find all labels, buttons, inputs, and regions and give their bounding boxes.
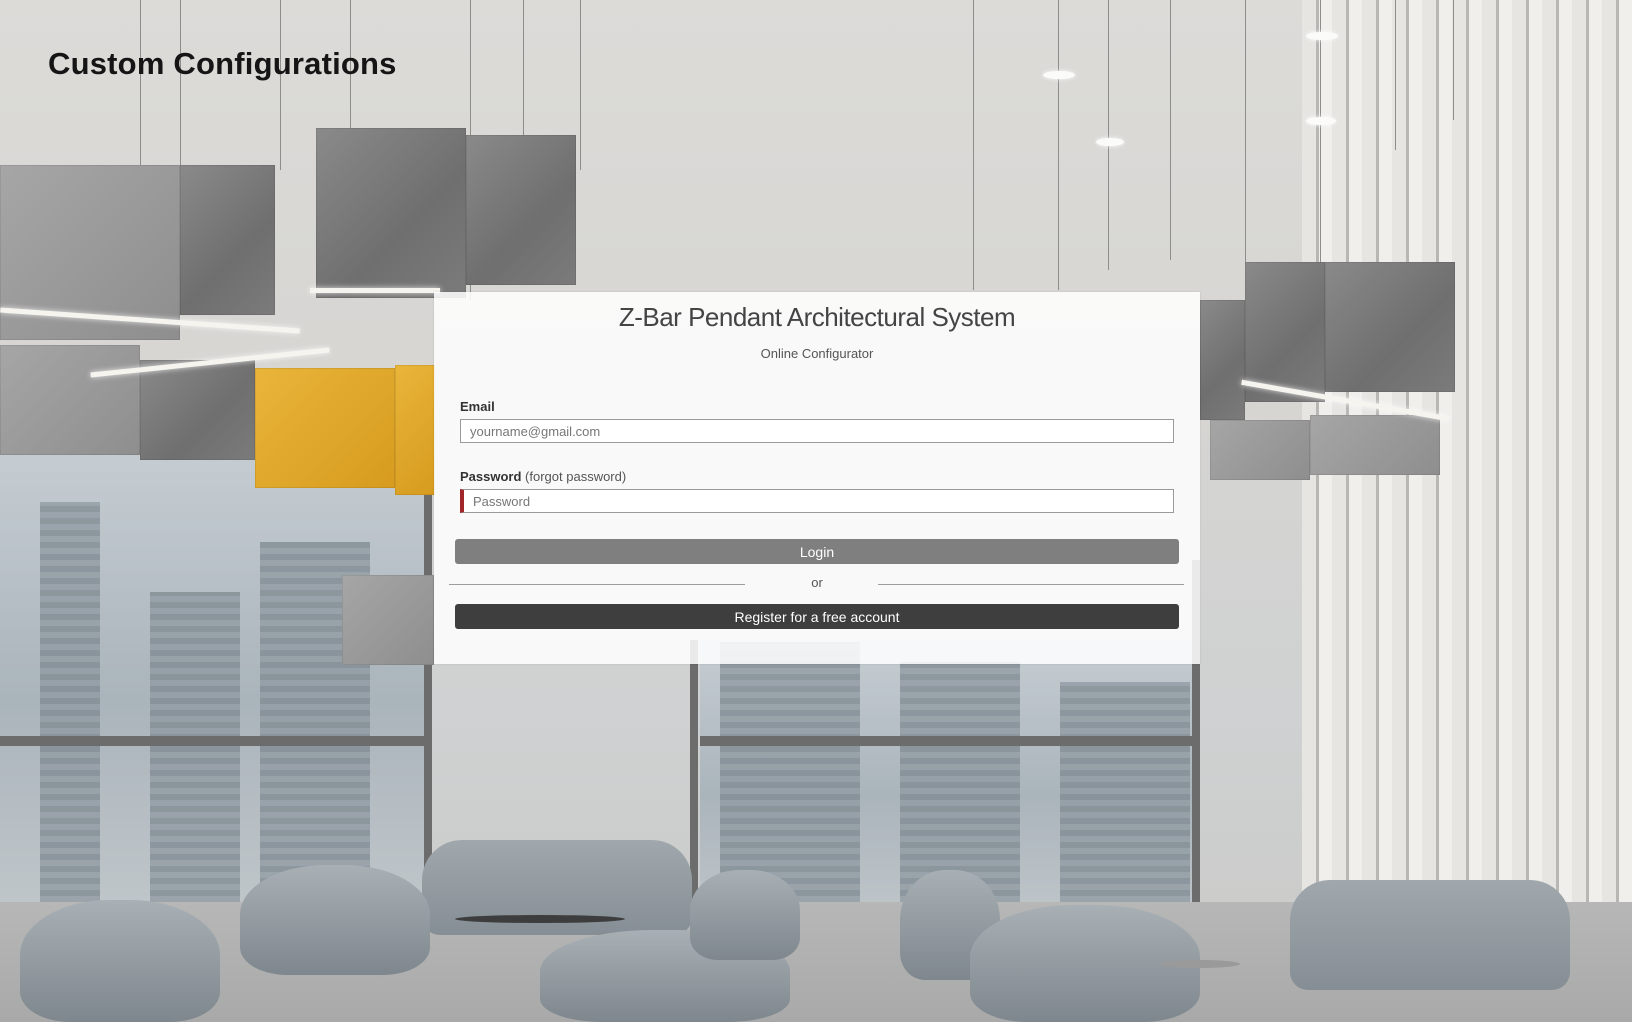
- pendant-wire: [580, 0, 581, 170]
- window-frame: [0, 736, 432, 746]
- pendant-wire: [180, 0, 181, 190]
- side-table: [1160, 960, 1240, 968]
- acoustic-panel: [180, 165, 275, 315]
- acoustic-panel-yellow: [395, 365, 435, 495]
- ceiling-downlight: [1043, 71, 1075, 79]
- login-button[interactable]: Login: [455, 539, 1179, 564]
- pendant-wire: [523, 0, 524, 135]
- email-field[interactable]: [460, 419, 1174, 443]
- lounge-sofa: [1290, 880, 1570, 990]
- register-button[interactable]: Register for a free account: [455, 604, 1179, 629]
- divider-or: or: [811, 575, 823, 590]
- ceiling-downlight: [1096, 138, 1124, 146]
- password-label-text: Password: [460, 469, 522, 484]
- lounge-chair: [20, 900, 220, 1022]
- acoustic-panel-yellow: [255, 368, 395, 488]
- lounge-chair: [240, 865, 430, 975]
- pendant-wire: [280, 0, 281, 170]
- pendant-wire: [973, 0, 974, 290]
- page-title: Custom Configurations: [48, 46, 397, 81]
- striped-wall: [1302, 0, 1632, 1022]
- coffee-table: [455, 915, 625, 923]
- ceiling-downlight: [1306, 117, 1336, 125]
- configurator-subtitle: Online Configurator: [760, 346, 874, 361]
- email-label: Email: [460, 399, 495, 414]
- acoustic-panel: [1200, 300, 1245, 420]
- pendant-wire: [140, 0, 141, 170]
- password-label: Password (forgot password): [460, 469, 626, 484]
- pendant-wire: [1108, 0, 1109, 270]
- acoustic-panel: [140, 360, 255, 460]
- acoustic-panel: [316, 128, 466, 298]
- ceiling-downlight: [1306, 32, 1338, 40]
- acoustic-panel: [342, 575, 434, 665]
- email-label-text: Email: [460, 399, 495, 414]
- password-field[interactable]: [460, 489, 1174, 513]
- divider-line-right: [878, 584, 1184, 585]
- window-frame: [700, 736, 1200, 746]
- acoustic-panel: [1245, 262, 1325, 402]
- acoustic-panel: [0, 345, 140, 455]
- pendant-wire: [1058, 0, 1059, 290]
- pendant-wire: [1245, 0, 1246, 270]
- acoustic-panel: [1325, 262, 1455, 392]
- acoustic-panel: [1210, 420, 1310, 480]
- configurator-title: Z-Bar Pendant Architectural System: [618, 302, 1016, 332]
- pendant-wire: [1395, 0, 1396, 150]
- acoustic-panel: [466, 135, 576, 285]
- pendant-wire: [1453, 0, 1454, 120]
- pendant-wire: [1170, 0, 1171, 260]
- acoustic-panel: [1310, 415, 1440, 475]
- forgot-password-link[interactable]: (forgot password): [525, 469, 626, 484]
- pendant-wire: [1320, 0, 1321, 270]
- login-card: Z-Bar Pendant Architectural System Onlin…: [434, 292, 1200, 664]
- lounge-chair: [690, 870, 800, 960]
- pendant-light-strip: [310, 288, 440, 293]
